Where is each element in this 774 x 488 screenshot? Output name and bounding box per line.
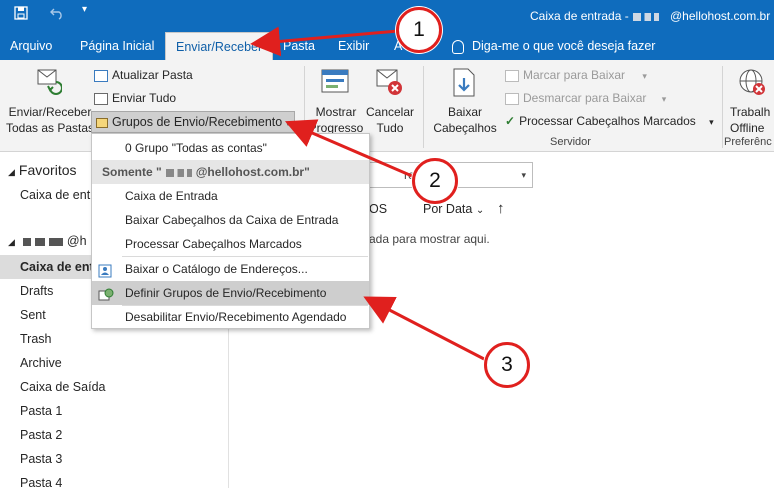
arrow-1 [250,26,399,57]
annotation-callout-2: 2 [412,158,458,204]
annotation-callout-1: 1 [396,7,442,53]
annotation-callout-3: 3 [484,342,530,388]
arrow-2 [284,119,413,178]
annotation-arrows [250,26,487,362]
arrow-3 [363,296,487,362]
